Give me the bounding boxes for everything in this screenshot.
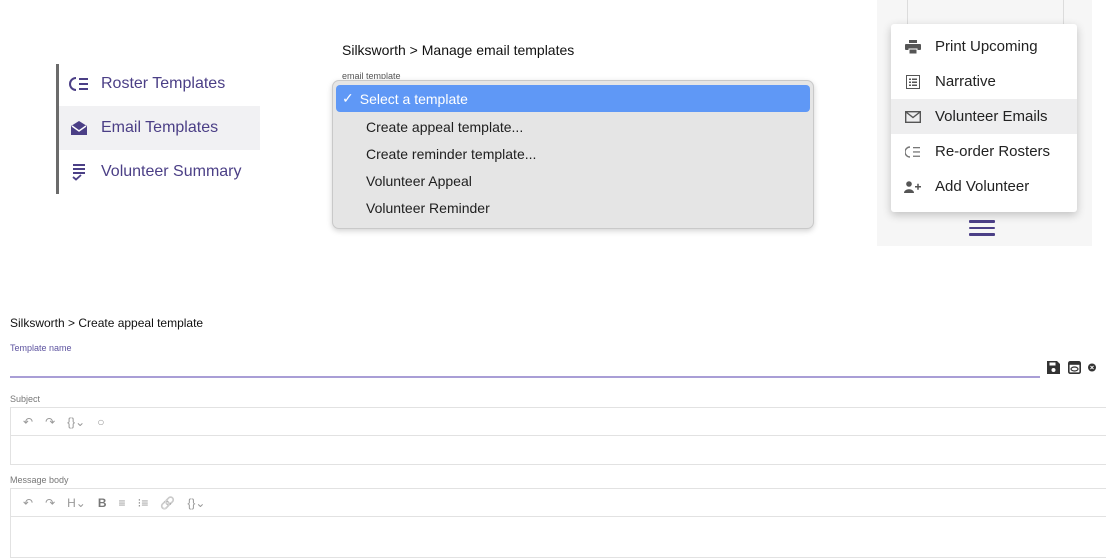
undo-button[interactable]: ↶ <box>23 415 33 429</box>
dropdown-option-create-reminder[interactable]: Create reminder template... <box>336 140 810 167</box>
menu-item-add-volunteer[interactable]: Add Volunteer <box>891 169 1077 204</box>
option-label: Volunteer Appeal <box>366 172 472 189</box>
open-envelope-icon <box>59 120 99 136</box>
hamburger-menu-icon[interactable] <box>969 220 995 238</box>
option-label: Volunteer Reminder <box>366 199 490 216</box>
template-name-input[interactable] <box>10 376 1040 378</box>
redo-button[interactable]: ↷ <box>45 496 55 510</box>
emoji-button[interactable]: ○ <box>97 415 104 429</box>
bold-button[interactable]: B <box>98 496 107 510</box>
editor-actions <box>1046 360 1096 375</box>
option-label: Create reminder template... <box>366 145 537 162</box>
menu-item-label: Volunteer Emails <box>935 108 1048 125</box>
subject-toolbar: ↶ ↷ {}⌄ ○ <box>10 407 1106 436</box>
dropdown-option-create-appeal[interactable]: Create appeal template... <box>336 113 810 140</box>
reorder-icon <box>59 77 99 91</box>
menu-item-narrative[interactable]: Narrative <box>891 64 1077 99</box>
variables-dropdown[interactable]: {}⌄ <box>67 415 85 429</box>
printer-icon <box>891 39 935 54</box>
menu-item-volunteer-emails[interactable]: Volunteer Emails <box>891 99 1077 134</box>
option-label: Create appeal template... <box>366 118 524 135</box>
menu-item-print-upcoming[interactable]: Print Upcoming <box>891 29 1077 64</box>
subject-input[interactable] <box>10 435 1106 465</box>
actions-menu: Print Upcoming Narrative Volunteer Email… <box>891 24 1077 212</box>
checklist-icon <box>59 163 99 181</box>
template-selector-panel: Silksworth > Manage email templates emai… <box>327 38 814 253</box>
menu-item-label: Re-order Rosters <box>935 143 1051 160</box>
heading-dropdown[interactable]: H⌄ <box>67 496 86 510</box>
bullet-list-button[interactable]: ≡ <box>119 496 126 510</box>
checkmark-icon: ✓ <box>342 90 354 106</box>
reorder-icon <box>891 145 935 158</box>
menu-item-label: Print Upcoming <box>935 38 1038 55</box>
actions-menu-area: Print Upcoming Narrative Volunteer Email… <box>877 0 1092 246</box>
sidebar-nav: Roster Templates Email Templates Volunte… <box>56 58 261 198</box>
sidebar-item-email-templates[interactable]: Email Templates <box>59 106 260 150</box>
link-button[interactable]: 🔗 <box>160 496 175 510</box>
email-template-label: email template <box>342 71 401 79</box>
template-dropdown-list[interactable]: ✓ Select a template Create appeal templa… <box>332 80 814 229</box>
sidebar-item-roster-templates[interactable]: Roster Templates <box>59 62 260 106</box>
save-icon[interactable] <box>1046 360 1061 375</box>
subject-label: Subject <box>10 394 41 404</box>
sidebar-item-label: Email Templates <box>101 119 219 136</box>
breadcrumb: Silksworth > Create appeal template <box>10 316 204 330</box>
sidebar-item-volunteer-summary[interactable]: Volunteer Summary <box>59 150 260 194</box>
create-template-editor: Silksworth > Create appeal template Temp… <box>10 310 1106 558</box>
mail-icon <box>891 110 935 123</box>
list-box-icon <box>891 74 935 89</box>
person-add-icon <box>891 180 935 193</box>
menu-item-label: Add Volunteer <box>935 178 1030 195</box>
sidebar-item-label: Roster Templates <box>101 75 226 92</box>
template-name-label: Template name <box>10 343 72 353</box>
menu-item-label: Narrative <box>935 73 996 90</box>
redo-button[interactable]: ↷ <box>45 415 55 429</box>
dropdown-option-select-template[interactable]: ✓ Select a template <box>336 85 810 112</box>
menu-item-reorder-rosters[interactable]: Re-order Rosters <box>891 134 1077 169</box>
message-body-toolbar: ↶ ↷ H⌄ B ≡ ⁝≡ 🔗 {}⌄ <box>10 488 1106 517</box>
close-icon[interactable] <box>1088 360 1096 375</box>
option-label: Select a template <box>359 90 468 107</box>
variables-dropdown[interactable]: {}⌄ <box>187 496 205 510</box>
message-body-input[interactable] <box>10 516 1106 558</box>
message-body-label: Message body <box>10 475 69 485</box>
breadcrumb: Silksworth > Manage email templates <box>342 42 575 58</box>
dropdown-option-volunteer-reminder[interactable]: Volunteer Reminder <box>336 194 810 221</box>
undo-button[interactable]: ↶ <box>23 496 33 510</box>
dropdown-option-volunteer-appeal[interactable]: Volunteer Appeal <box>336 167 810 194</box>
sidebar-item-label: Volunteer Summary <box>101 163 242 180</box>
numbered-list-button[interactable]: ⁝≡ <box>138 496 149 510</box>
preview-icon[interactable] <box>1067 360 1082 375</box>
